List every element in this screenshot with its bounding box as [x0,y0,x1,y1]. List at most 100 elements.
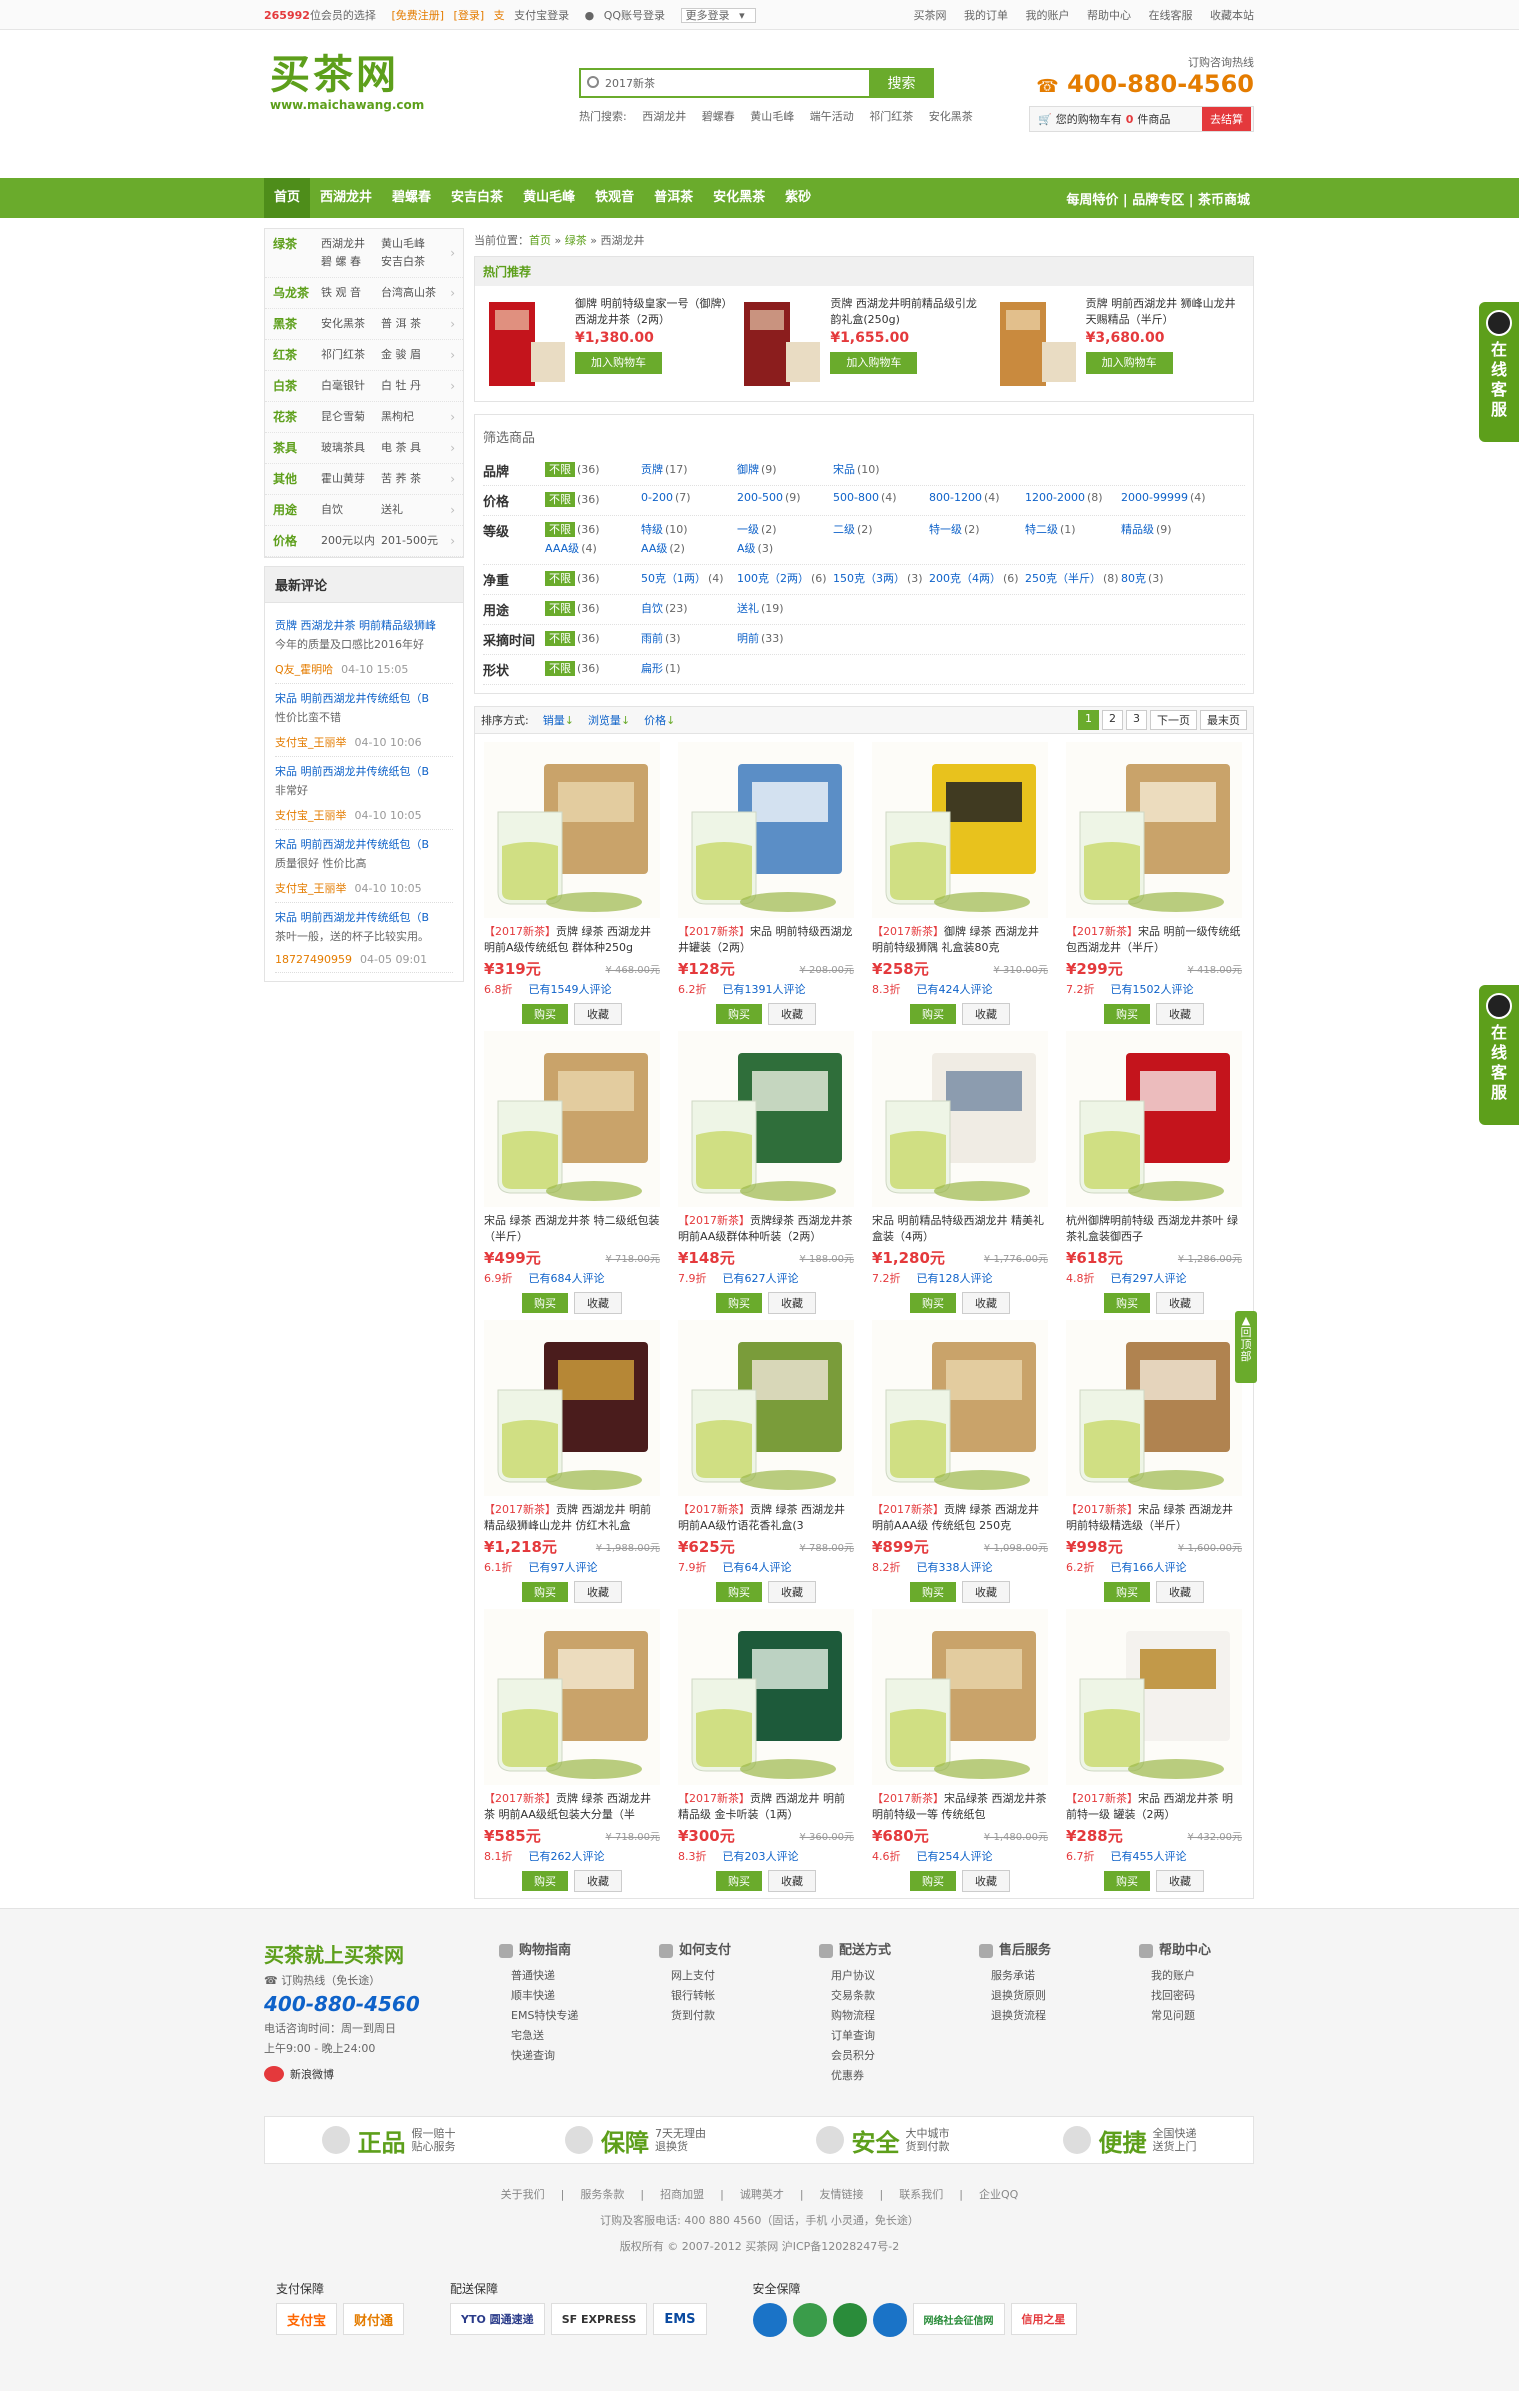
favorite-button[interactable]: 收藏 [962,1292,1010,1314]
top-link-account[interactable]: 我的账户 [1026,9,1070,22]
review-product-link[interactable]: 贡牌 西湖龙井茶 明前精品级狮峰 [275,617,453,633]
product-review-count[interactable]: 已有684人评论 [529,1270,605,1286]
category-sub-link[interactable]: 玻璃茶具 [321,439,381,457]
footer-bottom-link[interactable]: 联系我们 [899,2188,943,2201]
product-review-count[interactable]: 已有128人评论 [917,1270,993,1286]
nav-right-links[interactable]: 每周特价 | 品牌专区 | 茶币商城 [1066,189,1254,208]
product-image[interactable] [872,1609,1048,1785]
search-button[interactable]: 搜索 [869,68,934,98]
product-review-count[interactable]: 已有455人评论 [1111,1848,1187,1864]
product-image[interactable] [484,742,660,918]
product-review-count[interactable]: 已有1502人评论 [1111,981,1194,997]
favorite-button[interactable]: 收藏 [1156,1292,1204,1314]
footer-link[interactable]: 服务承诺 [979,1966,1139,1986]
category-sub-link[interactable]: 苦 荞 茶 [381,470,441,488]
buy-button[interactable]: 购买 [1104,1293,1150,1313]
filter-option[interactable]: 0-200 (7) [641,491,737,507]
product-review-count[interactable]: 已有64人评论 [723,1559,792,1575]
hot-term[interactable]: 祁门红茶 [869,110,913,123]
favorite-button[interactable]: 收藏 [768,1870,816,1892]
category-sub-link[interactable]: 碧 螺 春 [321,253,381,271]
footer-link[interactable]: 购物流程 [819,2006,979,2026]
hot-term[interactable]: 黄山毛峰 [750,110,794,123]
category-sub-link[interactable]: 电 茶 具 [381,439,441,457]
add-to-cart-button[interactable]: 加入购物车 [1085,352,1173,374]
footer-link[interactable]: 快递查询 [499,2046,659,2066]
product-review-count[interactable]: 已有203人评论 [723,1848,799,1864]
category-sub-link[interactable]: 安吉白茶 [381,253,441,271]
category-row[interactable]: 白茶 白毫银针白 牡 丹 › [265,371,463,402]
favorite-button[interactable]: 收藏 [768,1292,816,1314]
product-image[interactable] [484,1031,660,1207]
buy-button[interactable]: 购买 [522,1582,568,1602]
filter-option[interactable]: 100克（2两） (6) [737,570,833,586]
category-sub-link[interactable]: 200元以内 [321,532,381,550]
product-title[interactable]: 宋品 明前精品特级西湖龙井 精美礼盒装（4两） [872,1213,1048,1245]
search-input[interactable] [579,68,869,98]
favorite-button[interactable]: 收藏 [574,1003,622,1025]
product-title[interactable]: 【2017新茶】贡牌 绿茶 西湖龙井茶 明前AA级纸包装大分量（半 [484,1791,660,1823]
buy-button[interactable]: 购买 [910,1293,956,1313]
filter-option[interactable]: 御牌 (9) [737,461,833,477]
product-title[interactable]: 【2017新茶】贡牌 绿茶 西湖龙井 明前A级传统纸包 群体种250g [484,924,660,956]
filter-option[interactable]: 250克（半斤） (8) [1025,570,1121,586]
top-link-home[interactable]: 买茶网 [914,9,947,22]
product-image[interactable] [872,1320,1048,1496]
nav-huangshan-maofeng[interactable]: 黄山毛峰 [513,178,585,218]
product-image[interactable] [1066,1320,1242,1496]
top-link-bookmark[interactable]: 收藏本站 [1210,9,1254,22]
filter-option[interactable]: 200克（4两） (6) [929,570,1025,586]
breadcrumb-category[interactable]: 绿茶 [565,234,587,247]
buy-button[interactable]: 购买 [910,1871,956,1891]
login-link[interactable]: [登录] [454,9,485,22]
buy-button[interactable]: 购买 [910,1004,956,1024]
category-sub-link[interactable]: 201-500元 [381,532,441,550]
product-image[interactable] [1066,1609,1242,1785]
product-image[interactable] [678,1609,854,1785]
footer-link[interactable]: 我的账户 [1139,1966,1299,1986]
filter-option[interactable]: 2000-99999 (4) [1121,491,1217,507]
filter-option[interactable]: 150克（3两） (3) [833,570,929,586]
favorite-button[interactable]: 收藏 [768,1003,816,1025]
filter-option[interactable]: AAA级 (4) [545,540,641,556]
product-title[interactable]: 【2017新茶】宋品 西湖龙井茶 明前特一级 罐装（2两） [1066,1791,1242,1823]
buy-button[interactable]: 购买 [1104,1871,1150,1891]
breadcrumb-home[interactable]: 首页 [529,234,551,247]
footer-link[interactable]: 宅急送 [499,2026,659,2046]
footer-link[interactable]: 普通快递 [499,1966,659,1986]
next-page[interactable]: 下一页 [1150,710,1197,730]
filter-option[interactable]: 精品级 (9) [1121,521,1217,537]
favorite-button[interactable]: 收藏 [962,1581,1010,1603]
product-image[interactable] [484,1609,660,1785]
product-title[interactable]: 【2017新茶】宋品 明前特级西湖龙井罐装（2两） [678,924,854,956]
review-product-link[interactable]: 宋品 明前西湖龙井传统纸包（B [275,690,453,706]
footer-link[interactable]: 货到付款 [659,2006,819,2026]
category-sub-link[interactable]: 普 洱 茶 [381,315,441,333]
filter-option[interactable]: 二级 (2) [833,521,929,537]
filter-option[interactable]: 特一级 (2) [929,521,1025,537]
category-sub-link[interactable]: 安化黑茶 [321,315,381,333]
hot-recommend-item[interactable]: 贡牌 明前西湖龙井 狮峰山龙井 天赐精品（半斤） ¥3,680.00 加入购物车 [991,296,1247,391]
product-image[interactable] [736,296,827,391]
last-page[interactable]: 最末页 [1200,710,1247,730]
product-review-count[interactable]: 已有97人评论 [529,1559,598,1575]
footer-link[interactable]: 交易条款 [819,1986,979,2006]
category-sub-link[interactable]: 铁 观 音 [321,284,381,302]
product-image[interactable] [991,296,1082,391]
product-review-count[interactable]: 已有166人评论 [1111,1559,1187,1575]
footer-link[interactable]: 找回密码 [1139,1986,1299,2006]
product-image[interactable] [678,1320,854,1496]
nav-puer[interactable]: 普洱茶 [644,178,703,218]
site-logo[interactable]: 买茶网 www.maichawang.com [270,42,424,112]
buy-button[interactable]: 购买 [716,1004,762,1024]
sort-by-sales[interactable]: 销量↓ [543,712,574,728]
add-to-cart-button[interactable]: 加入购物车 [830,352,918,374]
review-product-link[interactable]: 宋品 明前西湖龙井传统纸包（B [275,909,453,925]
product-title[interactable]: 【2017新茶】御牌 绿茶 西湖龙井 明前特级狮隅 礼盒装80克 [872,924,1048,956]
footer-link[interactable]: 网上支付 [659,1966,819,1986]
product-review-count[interactable]: 已有627人评论 [723,1270,799,1286]
category-sub-link[interactable]: 金 骏 眉 [381,346,441,364]
footer-link[interactable]: 退换货流程 [979,2006,1139,2026]
product-review-count[interactable]: 已有262人评论 [529,1848,605,1864]
product-image[interactable] [678,1031,854,1207]
